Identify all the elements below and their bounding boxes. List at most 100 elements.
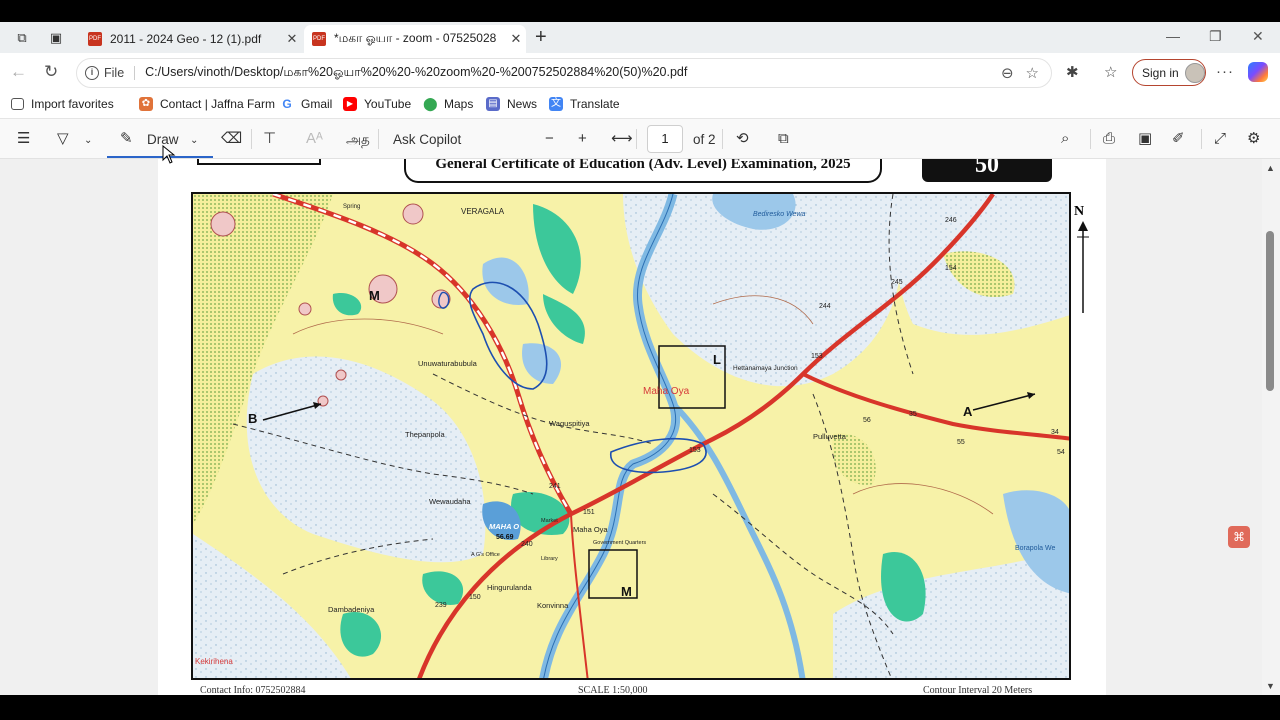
divider bbox=[251, 129, 252, 149]
refresh-icon[interactable]: ↻ bbox=[44, 62, 58, 82]
favorite-star-icon[interactable]: ☆ bbox=[1026, 64, 1039, 82]
marker-M-top: M bbox=[369, 288, 380, 303]
label-tank-level: 56.69 bbox=[496, 534, 514, 541]
chevron-down-icon[interactable]: ⌄ bbox=[190, 132, 198, 150]
settings-gear-icon[interactable]: ⚙ bbox=[1247, 130, 1260, 148]
scroll-up-icon[interactable]: ▲ bbox=[1266, 163, 1275, 173]
tab-geo-pdf[interactable]: PDF 2011 - 2024 Geo - 12 (1).pdf ✕ bbox=[80, 25, 302, 53]
spot-height: 246 bbox=[945, 217, 957, 224]
tab-title: 2011 - 2024 Geo - 12 (1).pdf bbox=[110, 32, 262, 46]
fav-youtube[interactable]: ▶ YouTube bbox=[343, 97, 411, 111]
restore-icon[interactable]: ❐ bbox=[1209, 28, 1222, 45]
rock-outcrop bbox=[298, 302, 312, 316]
back-arrow-icon[interactable]: ← bbox=[10, 62, 27, 82]
fav-label: Gmail bbox=[301, 97, 333, 111]
exam-title: General Certificate of Education (Adv. L… bbox=[404, 159, 882, 183]
document-viewport[interactable]: General Certificate of Education (Adv. L… bbox=[0, 159, 1262, 695]
fav-translate[interactable]: 文 Translate bbox=[549, 97, 620, 111]
favorites-bar: Import favorites ✿ Contact | Jaffna Farm… bbox=[0, 91, 1280, 119]
contents-list-icon[interactable]: ☰ bbox=[17, 130, 30, 148]
fav-gmail[interactable]: G Gmail bbox=[280, 97, 332, 111]
workspaces-icon[interactable]: ⧉ bbox=[13, 29, 31, 47]
read-aloud-button[interactable]: அத bbox=[346, 131, 370, 149]
label-bediresko-wewa: Bediresko Wewa bbox=[753, 211, 806, 218]
tab-maha-oya-pdf[interactable]: PDF *மகா ஓயா - zoom - 07525028 ✕ bbox=[304, 25, 526, 53]
fullscreen-icon[interactable]: ⤢ bbox=[1214, 130, 1226, 148]
vertical-scrollbar[interactable]: ▲ ▼ bbox=[1262, 159, 1280, 695]
new-tab-icon[interactable]: + bbox=[535, 26, 547, 49]
minimize-icon[interactable]: — bbox=[1166, 28, 1180, 44]
label-maha-oya-town: Maha Oya bbox=[573, 525, 608, 534]
tab-bar: ⧉ ▣ PDF 2011 - 2024 Geo - 12 (1).pdf ✕ P… bbox=[0, 22, 1280, 53]
fav-import-favorites[interactable]: Import favorites bbox=[11, 97, 114, 111]
label-government-quarters: Government Quarters bbox=[593, 540, 646, 546]
zoom-out-icon[interactable]: ⊖ bbox=[1001, 64, 1014, 82]
close-icon[interactable]: ✕ bbox=[506, 31, 526, 47]
spot-height: 56 bbox=[863, 417, 871, 424]
save-icon[interactable]: ▣ bbox=[1138, 130, 1152, 148]
search-icon[interactable]: ⌕ bbox=[1061, 130, 1069, 148]
divider bbox=[1201, 129, 1202, 149]
copilot-icon[interactable] bbox=[1248, 62, 1268, 82]
tab-actions-icon[interactable]: ▣ bbox=[47, 29, 65, 47]
draw-active-indicator bbox=[107, 156, 213, 158]
avatar bbox=[1184, 62, 1205, 83]
file-chip: File bbox=[104, 66, 136, 80]
page-number-input[interactable]: 1 bbox=[647, 125, 683, 153]
marker-M-box: M bbox=[621, 584, 632, 599]
label-waguspitiya: Waguspitiya bbox=[549, 419, 590, 428]
url-text[interactable]: C:/Users/vinoth/Desktop/மகா%20ஓயா%20%20-… bbox=[145, 65, 1001, 81]
favorites-icon[interactable]: ☆ bbox=[1104, 63, 1117, 81]
footer-contour: Contour Interval 20 Meters bbox=[923, 685, 1033, 695]
fav-jaffna-farm[interactable]: ✿ Contact | Jaffna Farm bbox=[139, 97, 275, 111]
translate-icon: 文 bbox=[549, 97, 563, 111]
page-view-icon[interactable]: ⧉ bbox=[778, 130, 789, 148]
close-icon[interactable]: ✕ bbox=[282, 31, 302, 47]
label-pulluvetta: Pulluvetta bbox=[813, 432, 847, 441]
divider bbox=[722, 129, 723, 149]
extensions-icon[interactable]: ✱ bbox=[1066, 63, 1079, 81]
rotate-icon[interactable]: ⟲ bbox=[736, 130, 749, 148]
chevron-down-icon[interactable]: ⌄ bbox=[84, 132, 92, 150]
text-box-icon[interactable]: ⊤ bbox=[263, 130, 276, 148]
divider bbox=[636, 129, 637, 149]
pdf-toolbar: ☰ ▽ ⌄ ✎ Draw ⌄ ⌫ ⊤ Aᴬ அத Ask Copilot − +… bbox=[0, 119, 1280, 159]
spot-height: 244 bbox=[819, 303, 831, 310]
save-as-icon[interactable]: ✐ bbox=[1172, 130, 1185, 148]
eraser-icon[interactable]: ⌫ bbox=[221, 130, 242, 148]
spot-height: 153 bbox=[689, 447, 701, 454]
news-icon: ▤ bbox=[486, 97, 500, 111]
fit-width-icon[interactable]: ⟷ bbox=[611, 130, 633, 148]
rock-outcrop bbox=[335, 369, 347, 381]
browser-window: ⧉ ▣ PDF 2011 - 2024 Geo - 12 (1).pdf ✕ P… bbox=[0, 22, 1280, 695]
zoom-out-icon[interactable]: − bbox=[545, 130, 554, 148]
paper-number: 50 bbox=[922, 159, 1052, 182]
spot-height: 245 bbox=[891, 279, 903, 286]
highlight-icon[interactable]: ▽ bbox=[57, 130, 69, 148]
info-icon[interactable]: i bbox=[85, 66, 99, 80]
zoom-in-icon[interactable]: + bbox=[578, 130, 587, 148]
text-format-icon: Aᴬ bbox=[306, 130, 323, 147]
spot-height: 35 bbox=[909, 411, 917, 418]
mouse-cursor-icon bbox=[162, 145, 176, 164]
acrobat-icon[interactable]: ⌘ bbox=[1228, 526, 1250, 548]
print-icon[interactable]: ⎙ bbox=[1103, 130, 1115, 148]
ask-copilot-button[interactable]: Ask Copilot bbox=[393, 131, 461, 149]
spot-height: 241 bbox=[549, 483, 561, 490]
more-icon[interactable]: ··· bbox=[1216, 63, 1234, 80]
address-bar[interactable]: i File C:/Users/vinoth/Desktop/மகா%20ஓயா… bbox=[76, 58, 1052, 88]
fav-maps[interactable]: ⬤ Maps bbox=[423, 97, 473, 111]
divider bbox=[378, 129, 379, 149]
marker-A: A bbox=[963, 404, 973, 419]
spot-height: 34 bbox=[1051, 429, 1059, 436]
scrollbar-thumb[interactable] bbox=[1266, 231, 1274, 391]
close-window-icon[interactable]: ✕ bbox=[1252, 28, 1264, 45]
label-library: Library bbox=[541, 556, 558, 562]
tab-title: *மகா ஓயா - zoom - 07525028 bbox=[334, 31, 497, 45]
north-label: N bbox=[1074, 204, 1085, 219]
scroll-down-icon[interactable]: ▼ bbox=[1266, 681, 1275, 691]
spot-height: 55 bbox=[957, 439, 965, 446]
label-spring: Spring bbox=[343, 204, 360, 210]
fav-news[interactable]: ▤ News bbox=[486, 97, 537, 111]
sign-in-button[interactable]: Sign in bbox=[1132, 59, 1206, 86]
